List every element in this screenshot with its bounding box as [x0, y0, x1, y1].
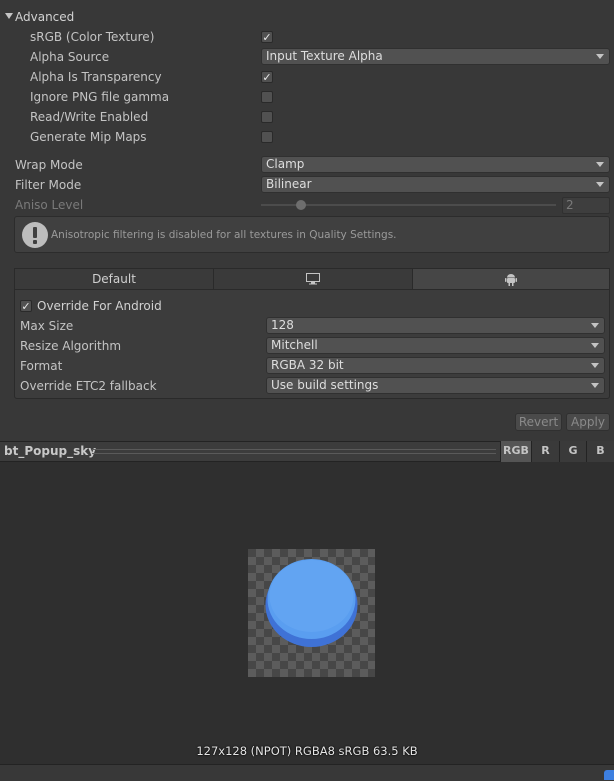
advanced-foldout-arrow[interactable] [5, 13, 13, 19]
tab-default[interactable]: Default [14, 268, 214, 290]
read-write-checkbox[interactable] [261, 111, 273, 123]
aniso-level-label: Aniso Level [15, 198, 84, 212]
override-android-checkbox[interactable]: ✓ [20, 300, 32, 312]
chevron-down-icon [591, 383, 599, 388]
channel-rgb-button[interactable]: RGB [500, 441, 531, 462]
aniso-level-field[interactable]: 2 [562, 197, 610, 214]
preview-asset-name: bt_Popup_sky [4, 444, 97, 458]
filter-mode-value: Bilinear [266, 177, 312, 191]
ignore-png-gamma-checkbox[interactable] [261, 91, 273, 103]
alpha-source-dropdown[interactable]: Input Texture Alpha [261, 48, 610, 65]
alpha-source-value: Input Texture Alpha [266, 49, 383, 63]
resize-algorithm-value: Mitchell [271, 338, 318, 352]
wrap-mode-dropdown[interactable]: Clamp [261, 156, 610, 173]
format-label: Format [20, 359, 63, 373]
corner-badge-icon[interactable] [604, 770, 614, 780]
chevron-down-icon [596, 54, 604, 59]
max-size-label: Max Size [20, 319, 74, 333]
filter-mode-dropdown[interactable]: Bilinear [261, 176, 610, 193]
android-icon [505, 274, 517, 286]
ignore-png-gamma-label: Ignore PNG file gamma [30, 90, 170, 104]
help-text: Anisotropic filtering is disabled for al… [51, 229, 397, 241]
max-size-dropdown[interactable]: 128 [266, 317, 605, 334]
bottom-status-bar [0, 764, 614, 781]
wrap-mode-label: Wrap Mode [15, 158, 83, 172]
alpha-transparency-label: Alpha Is Transparency [30, 70, 162, 84]
max-size-value: 128 [271, 318, 294, 332]
alpha-source-label: Alpha Source [30, 50, 110, 64]
filter-mode-label: Filter Mode [15, 178, 82, 192]
channel-g-button[interactable]: G [559, 441, 586, 462]
apply-button[interactable]: Apply [566, 413, 610, 431]
read-write-label: Read/Write Enabled [30, 110, 149, 124]
chevron-down-icon [591, 363, 599, 368]
srgb-label: sRGB (Color Texture) [30, 30, 155, 44]
alpha-transparency-checkbox[interactable]: ✓ [261, 71, 273, 83]
preview-drag-handle[interactable] [92, 449, 496, 454]
aniso-slider-thumb[interactable] [296, 200, 306, 210]
chevron-down-icon [591, 343, 599, 348]
generate-mipmaps-label: Generate Mip Maps [30, 130, 147, 144]
texture-preview-image [265, 559, 358, 647]
revert-button[interactable]: Revert [515, 413, 562, 431]
tab-standalone[interactable] [213, 268, 413, 290]
resize-algorithm-label: Resize Algorithm [20, 339, 122, 353]
info-icon [22, 222, 48, 248]
tab-android[interactable] [412, 268, 610, 290]
channel-b-button[interactable]: B [586, 441, 614, 462]
wrap-mode-value: Clamp [266, 157, 305, 171]
format-dropdown[interactable]: RGBA 32 bit [266, 357, 605, 374]
chevron-down-icon [596, 182, 604, 187]
srgb-checkbox[interactable]: ✓ [261, 31, 273, 43]
help-box: Anisotropic filtering is disabled for al… [14, 216, 610, 253]
chevron-down-icon [591, 323, 599, 328]
override-android-label: Override For Android [37, 299, 162, 313]
etc2-fallback-value: Use build settings [271, 378, 379, 392]
etc2-fallback-dropdown[interactable]: Use build settings [266, 377, 605, 394]
generate-mipmaps-checkbox[interactable] [261, 131, 273, 143]
chevron-down-icon [596, 162, 604, 167]
format-value: RGBA 32 bit [271, 358, 344, 372]
monitor-icon [306, 273, 320, 285]
resize-algorithm-dropdown[interactable]: Mitchell [266, 337, 605, 354]
texture-info-text: 127x128 (NPOT) RGBA8 sRGB 63.5 KB [196, 744, 418, 758]
etc2-fallback-label: Override ETC2 fallback [20, 379, 157, 393]
channel-r-button[interactable]: R [531, 441, 559, 462]
advanced-foldout-title[interactable]: Advanced [15, 9, 74, 25]
